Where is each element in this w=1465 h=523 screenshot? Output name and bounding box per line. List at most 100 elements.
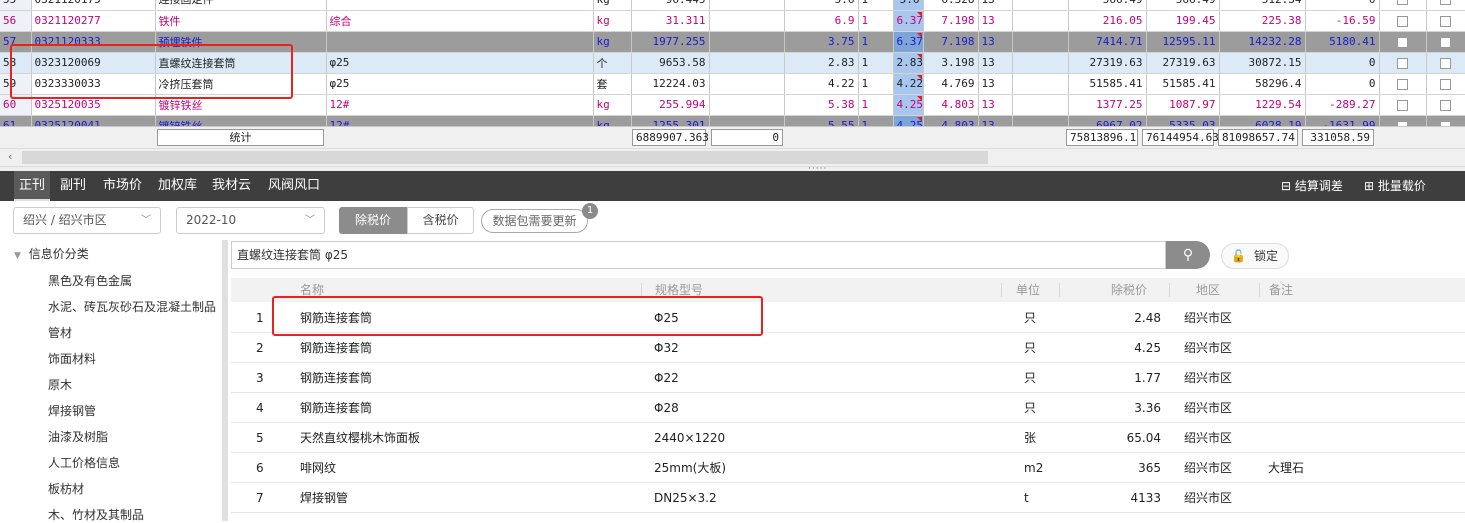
col-note-header[interactable]: 备注: [1269, 278, 1293, 302]
cell-g[interactable]: 12595.11: [1146, 31, 1220, 53]
tree-item[interactable]: 原木: [48, 376, 72, 393]
material-row[interactable]: 60 0325120035 镀锌铁丝 12# kg 255.994 5.38 1 4.25 4.8…: [0, 94, 1465, 116]
col-price-header[interactable]: 除税价: [1111, 278, 1147, 302]
checkbox-cell[interactable]: [1379, 0, 1427, 11]
cell-g[interactable]: 566.49: [1146, 0, 1220, 11]
cell-spec[interactable]: 12#: [326, 94, 594, 116]
cell-d[interactable]: 4.803: [923, 94, 979, 116]
cell-c[interactable]: 6.37: [893, 10, 924, 32]
cell-e[interactable]: 13: [978, 31, 1013, 53]
tab-material-cloud[interactable]: 我材云: [212, 171, 251, 201]
checkbox-cell[interactable]: [1379, 31, 1427, 53]
scrollbar-thumb[interactable]: [22, 151, 988, 164]
cell-unit[interactable]: 个: [593, 52, 632, 74]
cell-b[interactable]: 1: [858, 31, 894, 53]
checkbox-cell[interactable]: [1426, 31, 1465, 53]
search-button[interactable]: ⚲: [1166, 241, 1210, 269]
cell-i[interactable]: 0: [1305, 0, 1380, 11]
cell-unit[interactable]: kg: [593, 94, 632, 116]
cell-d[interactable]: 7.198: [923, 31, 979, 53]
cell-f[interactable]: 1377.25: [1068, 94, 1147, 116]
col-unit-header[interactable]: 单位: [1016, 278, 1040, 302]
batch-price-button[interactable]: ⊞ 批量载价: [1364, 171, 1426, 201]
cell-a[interactable]: 5.6: [784, 0, 859, 11]
cell-e[interactable]: 13: [978, 0, 1013, 11]
cell-g[interactable]: 199.45: [1146, 10, 1220, 32]
cell-name[interactable]: 铁件: [155, 10, 327, 32]
cell-i[interactable]: 5180.41: [1305, 31, 1380, 53]
cell-name[interactable]: 连接固定件: [155, 0, 327, 11]
material-row[interactable]: 56 0321120277 铁件 综合 kg 31.311 6.9 1 6.37 7.198 13 2…: [0, 10, 1465, 32]
search-input[interactable]: 直螺纹连接套筒 φ25: [231, 241, 1166, 269]
cell-g[interactable]: 1087.97: [1146, 94, 1220, 116]
row-checkbox[interactable]: [1397, 36, 1408, 48]
cell-i[interactable]: 0: [1305, 73, 1380, 95]
tree-item[interactable]: 焊接钢管: [48, 402, 96, 419]
cell-unit[interactable]: 套: [593, 73, 632, 95]
cell-c[interactable]: 4.22: [893, 73, 924, 95]
cell-qty[interactable]: 1977.255: [631, 31, 710, 53]
result-row[interactable]: 3 钢筋连接套筒 Φ22 只 1.77 绍兴市区: [231, 363, 1465, 393]
period-select[interactable]: 2022-10 ﹀: [176, 207, 325, 234]
checkbox-cell[interactable]: [1379, 10, 1427, 32]
cell-b[interactable]: 1: [858, 73, 894, 95]
tab-market-price[interactable]: 市场价: [103, 171, 142, 201]
result-row[interactable]: 2 钢筋连接套筒 Φ32 只 4.25 绍兴市区: [231, 333, 1465, 363]
col-spec-header[interactable]: 规格型号: [655, 278, 703, 302]
checkbox-cell[interactable]: [1379, 52, 1427, 74]
cell-f[interactable]: 51585.41: [1068, 73, 1147, 95]
row-checkbox[interactable]: [1440, 78, 1451, 90]
result-row[interactable]: 6 啡网纹 25mm(大板) m2 365 绍兴市区 大理石: [231, 453, 1465, 483]
cell-no[interactable]: 58: [0, 52, 32, 74]
tree-item[interactable]: 饰面材料: [48, 350, 96, 367]
empty-cell[interactable]: [709, 10, 785, 32]
cell-a[interactable]: 3.75: [784, 31, 859, 53]
cell-code[interactable]: 0321120175: [31, 0, 156, 11]
empty-cell[interactable]: [1012, 94, 1069, 116]
col-name-header[interactable]: 名称: [300, 278, 324, 302]
cell-qty[interactable]: 31.311: [631, 10, 710, 32]
tree-item[interactable]: 油漆及树脂: [48, 428, 108, 445]
cell-h[interactable]: 14232.28: [1219, 31, 1306, 53]
cell-h[interactable]: 512.34: [1219, 0, 1306, 11]
row-checkbox[interactable]: [1397, 15, 1408, 27]
checkbox-cell[interactable]: [1379, 94, 1427, 116]
cell-e[interactable]: 13: [978, 73, 1013, 95]
empty-cell[interactable]: [709, 31, 785, 53]
checkbox-cell[interactable]: [1426, 94, 1465, 116]
cell-c[interactable]: 5.6: [893, 0, 924, 11]
cell-code[interactable]: 0323120069: [31, 52, 156, 74]
cell-a[interactable]: 5.38: [784, 94, 859, 116]
material-row[interactable]: 58 0323120069 直螺纹连接套筒 φ25 个 9653.58 2.83 1 2.83 3…: [0, 52, 1465, 74]
checkbox-cell[interactable]: [1426, 52, 1465, 74]
incl-tax-toggle[interactable]: 含税价: [407, 207, 474, 234]
row-checkbox[interactable]: [1440, 57, 1451, 69]
cell-spec[interactable]: 综合: [326, 10, 594, 32]
tab-supplement[interactable]: 副刊: [60, 171, 86, 201]
cell-unit[interactable]: kg: [593, 0, 632, 11]
row-checkbox[interactable]: [1440, 36, 1451, 48]
cell-e[interactable]: 13: [978, 10, 1013, 32]
cell-spec[interactable]: [326, 31, 594, 53]
cell-no[interactable]: 57: [0, 31, 32, 53]
cell-b[interactable]: 1: [858, 0, 894, 11]
cell-d[interactable]: 4.769: [923, 73, 979, 95]
empty-cell[interactable]: [709, 52, 785, 74]
row-checkbox[interactable]: [1397, 57, 1408, 69]
material-row[interactable]: 57 0321120333 预埋铁件 kg 1977.255 3.75 1 6.37 7.198…: [0, 31, 1465, 53]
material-row[interactable]: 59 0323330033 冷挤压套筒 φ25 套 12224.03 4.22 1 4.22 4.…: [0, 73, 1465, 95]
cell-b[interactable]: 1: [858, 94, 894, 116]
cell-no[interactable]: 59: [0, 73, 32, 95]
lock-button[interactable]: 🔓 锁定: [1221, 243, 1289, 269]
cell-f[interactable]: 216.05: [1068, 10, 1147, 32]
row-checkbox[interactable]: [1440, 0, 1451, 6]
cell-code[interactable]: 0321120333: [31, 31, 156, 53]
cell-a[interactable]: 4.22: [784, 73, 859, 95]
cell-spec[interactable]: φ25: [326, 52, 594, 74]
empty-cell[interactable]: [709, 0, 785, 11]
cell-spec[interactable]: φ25: [326, 73, 594, 95]
empty-cell[interactable]: [709, 94, 785, 116]
cell-name[interactable]: 预埋铁件: [155, 31, 327, 53]
scroll-left-icon[interactable]: ‹: [8, 150, 12, 163]
row-checkbox[interactable]: [1397, 99, 1408, 111]
